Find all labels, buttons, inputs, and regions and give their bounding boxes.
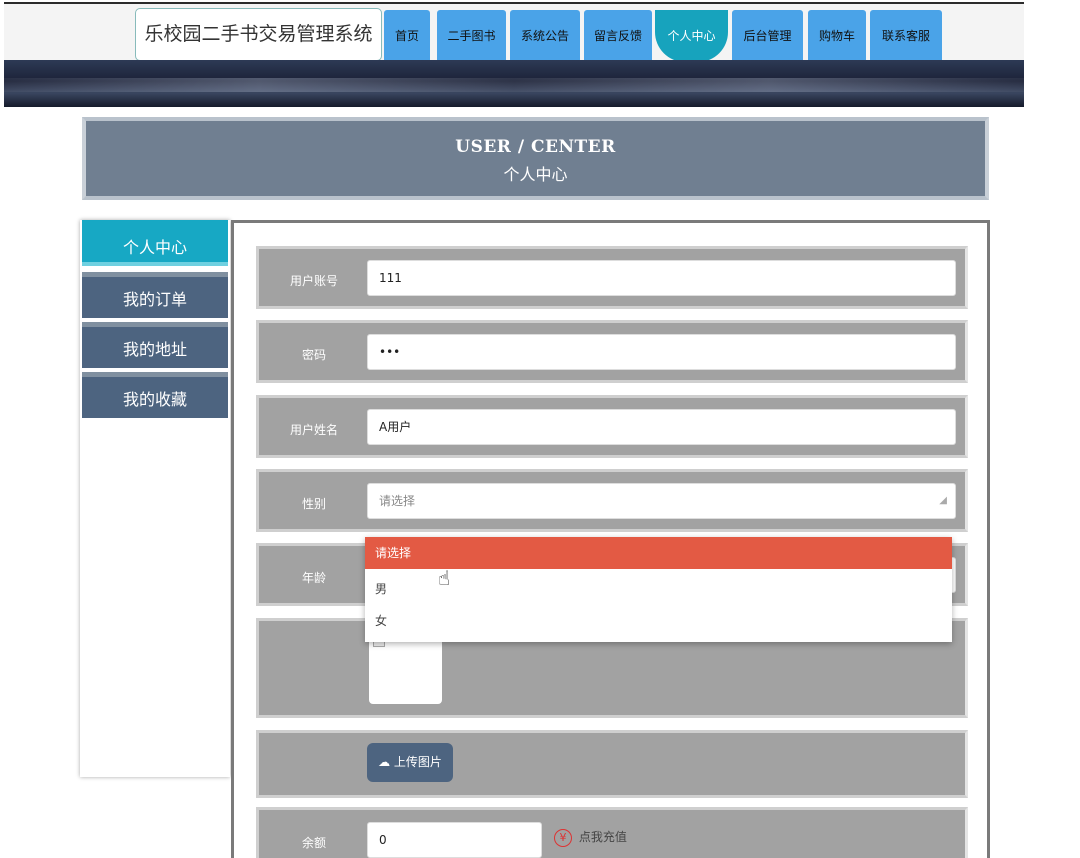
recharge-link[interactable]: ¥ 点我充值 <box>554 828 627 847</box>
yen-icon: ¥ <box>554 829 572 847</box>
form-row-name: 用户姓名 A用户 <box>256 395 968 458</box>
name-input[interactable]: A用户 <box>367 409 956 445</box>
password-label: 密码 <box>301 348 326 362</box>
nav-user-center[interactable]: 个人中心 <box>655 10 728 62</box>
form-row-upload: ☁ 上传图片 <box>256 730 968 798</box>
nav-home[interactable]: 首页 <box>384 10 430 62</box>
recharge-label: 点我充值 <box>578 830 627 844</box>
form-row-balance: 余额 0 ¥ 点我充值 <box>256 807 968 858</box>
gender-select-value: 请选择 <box>379 494 416 508</box>
gender-label: 性别 <box>301 497 326 511</box>
form-row-password: 密码 ••• <box>256 320 968 383</box>
account-label: 用户账号 <box>289 274 338 288</box>
upload-button-label: 上传图片 <box>393 755 442 769</box>
name-label: 用户姓名 <box>289 423 338 437</box>
gender-option-placeholder[interactable]: 请选择 <box>365 537 952 569</box>
nav-books[interactable]: 二手图书 <box>437 10 506 62</box>
nav-feedback[interactable]: 留言反馈 <box>584 10 652 62</box>
form-row-gender: 性别 请选择 ◢ <box>256 469 968 532</box>
page-title-cn: 个人中心 <box>503 165 568 184</box>
gender-option-male[interactable]: 男 <box>365 573 952 605</box>
cloud-upload-icon: ☁ <box>378 755 391 769</box>
password-input[interactable]: ••• <box>367 334 956 370</box>
gender-option-female[interactable]: 女 <box>365 605 952 637</box>
age-label: 年龄 <box>301 571 326 585</box>
sidebar-item-orders[interactable]: 我的订单 <box>82 272 228 318</box>
sidebar: 个人中心 我的订单 我的地址 我的收藏 <box>80 220 230 777</box>
chevron-down-icon: ◢ <box>939 495 947 506</box>
gender-dropdown: 请选择 男 女 <box>365 537 952 642</box>
account-input[interactable]: 111 <box>367 260 956 296</box>
gender-select[interactable]: 请选择 ◢ <box>367 483 956 519</box>
hand-cursor-icon: ☝ <box>438 566 451 590</box>
sidebar-item-addresses[interactable]: 我的地址 <box>82 322 228 368</box>
balance-input[interactable]: 0 <box>367 822 542 858</box>
nav-admin[interactable]: 后台管理 <box>732 10 803 62</box>
form-row-account: 用户账号 111 <box>256 246 968 309</box>
page-title-en: USER / CENTER <box>455 137 616 157</box>
top-nav: 乐校园二手书交易管理系统 首页 二手图书 系统公告 留言反馈 个人中心 后台管理… <box>4 2 1024 62</box>
nav-announcements[interactable]: 系统公告 <box>510 10 580 62</box>
balance-label: 余额 <box>301 836 326 850</box>
sidebar-item-user-center[interactable]: 个人中心 <box>82 220 228 266</box>
upload-image-button[interactable]: ☁ 上传图片 <box>367 743 453 782</box>
header-banner <box>4 60 1024 107</box>
sidebar-item-favorites[interactable]: 我的收藏 <box>82 372 228 418</box>
nav-support[interactable]: 联系客服 <box>870 10 942 62</box>
site-brand[interactable]: 乐校园二手书交易管理系统 <box>135 8 382 61</box>
nav-cart[interactable]: 购物车 <box>808 10 866 62</box>
page-title-box: USER / CENTER 个人中心 <box>82 117 989 200</box>
